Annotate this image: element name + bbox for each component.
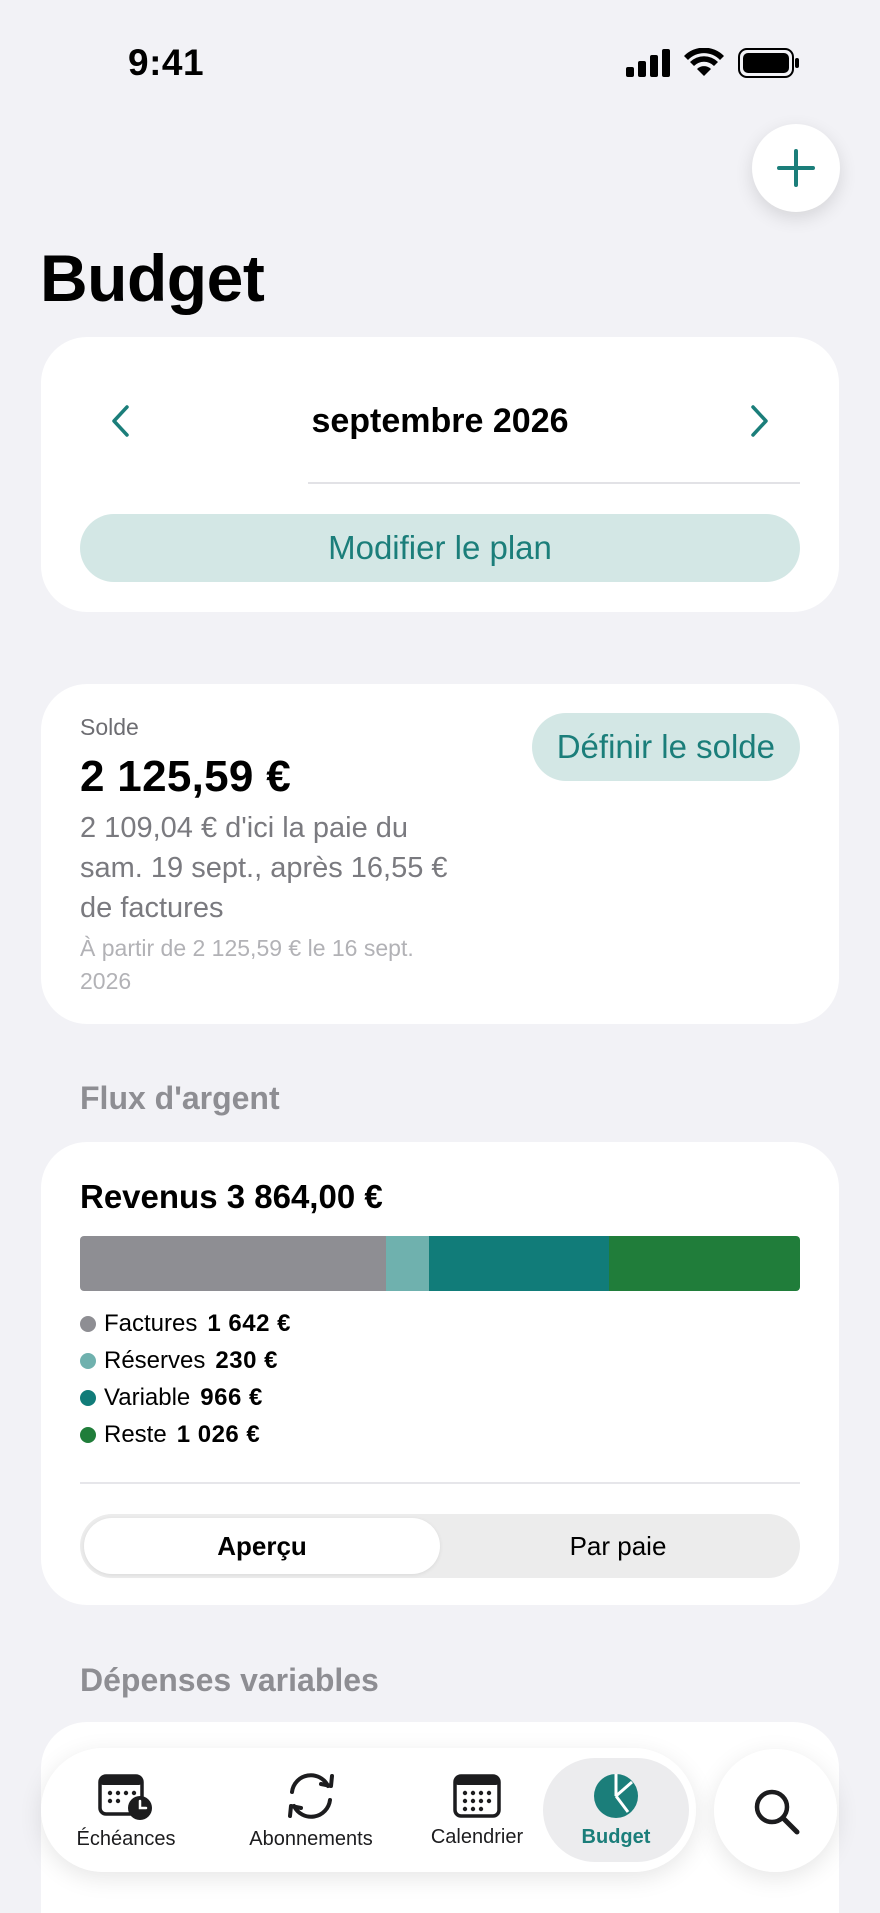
flow-segment-réserves <box>385 1236 429 1291</box>
legend-item: Reste 1 026 € <box>80 1416 291 1453</box>
status-time: 9:41 <box>128 42 205 83</box>
balance-description: 2 109,04 € d'ici la paie du sam. 19 sept… <box>80 812 448 924</box>
money-flow-bar <box>80 1236 800 1291</box>
tab-label: Budget <box>581 1825 651 1848</box>
legend-name: Reste <box>104 1420 167 1448</box>
tab-budget[interactable]: Budget <box>543 1758 689 1862</box>
status-icons <box>626 48 800 78</box>
legend-item: Variable 966 € <box>80 1379 291 1416</box>
divider <box>308 482 800 484</box>
flow-segment-factures <box>80 1236 386 1291</box>
legend-name: Réserves <box>104 1346 206 1374</box>
money-flow-card: Revenus 3 864,00 € Factures 1 642 € Réserv… <box>41 1142 839 1605</box>
legend-dot-icon <box>80 1389 96 1406</box>
page-title: Budget <box>40 241 265 315</box>
flow-segment-variable <box>428 1236 609 1291</box>
month-selector-card: septembre 2026 Modifier le plan <box>41 337 839 612</box>
legend-value: 230 € <box>215 1346 278 1374</box>
next-month-button[interactable] <box>731 393 787 449</box>
battery-icon <box>738 48 799 78</box>
calendar-clock-icon <box>98 1773 152 1820</box>
tab-abonnements[interactable]: Abonnements <box>231 1748 391 1872</box>
set-balance-button[interactable]: Définir le solde <box>531 713 800 781</box>
legend-item: Réserves 230 € <box>80 1342 291 1379</box>
plus-icon <box>777 149 815 187</box>
add-button[interactable] <box>752 124 840 212</box>
cellular-signal-icon <box>626 49 670 77</box>
legend-value: 1 642 € <box>207 1309 291 1337</box>
legend-dot-icon <box>80 1426 96 1443</box>
balance-amount: 2 125,59 € <box>80 752 291 801</box>
tab-bar: Échéances Abonnements Calendrier Budget <box>41 1748 696 1872</box>
legend-dot-icon <box>80 1315 96 1332</box>
tab-overview[interactable]: Aperçu <box>84 1518 440 1574</box>
chevron-right-icon <box>751 405 768 437</box>
balance-subtext: À partir de 2 125,59 € le 16 sept. 2026 <box>80 935 414 994</box>
flow-segment-reste <box>608 1236 800 1291</box>
month-label[interactable]: septembre 2026 <box>41 393 839 449</box>
tab-calendrier[interactable]: Calendrier <box>413 1748 541 1872</box>
legend-item: Factures 1 642 € <box>80 1305 291 1342</box>
search-button[interactable] <box>714 1749 837 1872</box>
pie-chart-icon <box>594 1773 638 1818</box>
calendar-icon <box>453 1773 501 1818</box>
money-flow-legend: Factures 1 642 € Réserves 230 € Variable 966 … <box>80 1305 291 1453</box>
tab-echeances[interactable]: Échéances <box>61 1748 191 1872</box>
status-bar: 9:41 <box>0 0 880 130</box>
tab-label: Échéances <box>76 1827 176 1850</box>
tab-label: Abonnements <box>249 1827 373 1850</box>
balance-label: Solde <box>80 714 139 740</box>
legend-name: Factures <box>104 1309 198 1337</box>
legend-name: Variable <box>104 1383 191 1411</box>
legend-dot-icon <box>80 1352 96 1369</box>
divider <box>80 1482 800 1484</box>
revenue-title: Revenus 3 864,00 € <box>80 1178 383 1215</box>
search-icon <box>754 1789 799 1834</box>
edit-plan-button[interactable]: Modifier le plan <box>80 514 800 582</box>
balance-card: Solde 2 125,59 € 2 109,04 € d'ici la pai… <box>41 684 839 1024</box>
wifi-icon <box>684 48 724 76</box>
variable-expenses-section-title: Dépenses variables <box>80 1662 379 1698</box>
view-segmented-control: Aperçu Par paie <box>80 1514 800 1578</box>
legend-value: 1 026 € <box>176 1420 261 1448</box>
legend-value: 966 € <box>200 1383 263 1411</box>
money-flow-section-title: Flux d'argent <box>80 1080 280 1116</box>
refresh-icon <box>288 1772 334 1819</box>
tab-per-paycheck[interactable]: Par paie <box>440 1518 796 1574</box>
tab-label: Calendrier <box>430 1825 524 1848</box>
